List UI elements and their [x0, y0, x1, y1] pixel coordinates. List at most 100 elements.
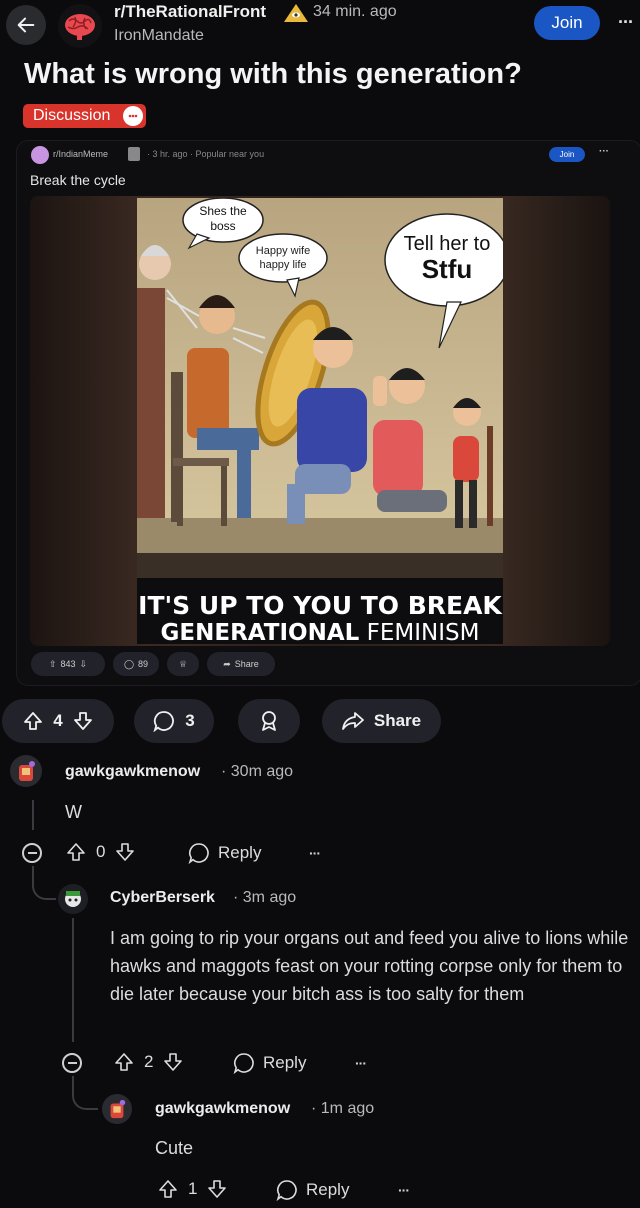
subreddit-avatar[interactable]: [58, 4, 102, 48]
meme-caption-line-2: GENERATIONAL FEMINISM: [161, 620, 480, 644]
comment-action-row: 1: [158, 1179, 227, 1199]
thread-branch: [72, 1086, 98, 1110]
comment-vote-count: 2: [144, 1052, 154, 1071]
upvote-icon[interactable]: [23, 711, 43, 731]
avatar[interactable]: [10, 755, 42, 787]
post-time: 34 min. ago: [313, 3, 397, 20]
meme-bubble-1: Shes the: [199, 204, 247, 218]
vote-bar[interactable]: 4: [2, 699, 114, 743]
award-icon: [262, 711, 276, 731]
embedded-subreddit-name[interactable]: r/IndianMeme: [53, 149, 108, 159]
illuminati-emoji-icon: [284, 4, 308, 22]
comment-time: · 1m ago: [311, 1100, 375, 1117]
speech-bubble-icon: [123, 106, 144, 126]
upvote-icon[interactable]: [66, 842, 86, 862]
comment-more-button[interactable]: ···: [398, 1182, 410, 1198]
svg-text:happy life: happy life: [259, 259, 306, 271]
comment-more-button[interactable]: ···: [355, 1055, 367, 1071]
embedded-share-button[interactable]: ➦ Share: [207, 652, 275, 676]
svg-text:Stfu: Stfu: [422, 254, 473, 284]
back-button[interactable]: [6, 5, 46, 45]
award-button[interactable]: [238, 699, 300, 743]
reply-button[interactable]: Reply: [188, 842, 261, 864]
downvote-icon[interactable]: [207, 1179, 227, 1199]
downvote-icon[interactable]: [163, 1052, 183, 1072]
user-avatar-icon: [65, 891, 81, 907]
post-flair[interactable]: Discussion: [23, 104, 147, 128]
embedded-media[interactable]: Shes the boss Happy wife happy life Tell…: [30, 196, 610, 646]
flair-label: Discussion: [33, 107, 111, 124]
comment-username[interactable]: gawkgawkmenow: [155, 1100, 290, 1118]
reply-icon: [188, 843, 209, 864]
comment-username[interactable]: gawkgawkmenow: [65, 763, 200, 781]
comment-more-button[interactable]: ···: [309, 845, 321, 861]
embedded-award-button[interactable]: ♕: [167, 652, 199, 676]
share-icon: [341, 712, 364, 730]
embedded-post-title: Break the cycle: [30, 172, 126, 188]
award-icon: ♕: [178, 658, 188, 669]
comment-time: · 3m ago: [233, 889, 297, 906]
join-button[interactable]: Join: [534, 6, 600, 40]
comment-action-row: 0: [66, 842, 135, 862]
user-avatar-icon: [19, 761, 35, 781]
reply-icon: [276, 1180, 297, 1201]
comment-body: I am going to rip your organs out and fe…: [110, 928, 629, 1004]
thread-line: [32, 800, 34, 830]
reply-label: Reply: [218, 843, 262, 862]
embedded-join-button[interactable]: Join: [549, 147, 585, 162]
user-avatar-icon: [110, 1099, 126, 1119]
collapse-icon[interactable]: [22, 843, 42, 863]
comment-vote-count: 1: [188, 1179, 198, 1198]
reply-icon: [233, 1053, 254, 1074]
comments-button[interactable]: 3: [134, 699, 214, 743]
reply-label: Reply: [306, 1180, 350, 1199]
reply-button[interactable]: Reply: [276, 1179, 349, 1201]
thread-line: [32, 866, 34, 876]
embedded-comments-button[interactable]: ◯ 89: [113, 652, 159, 676]
embedded-vote-count: 843: [60, 659, 76, 669]
upvote-icon[interactable]: [114, 1052, 134, 1072]
meme-image: Shes the boss Happy wife happy life Tell…: [137, 198, 503, 644]
reply-label: Reply: [263, 1053, 307, 1072]
embedded-more-icon[interactable]: ···: [599, 146, 609, 157]
embedded-vote-bar[interactable]: ⇧ 843 ⇩: [31, 652, 105, 676]
upvote-icon[interactable]: [158, 1179, 178, 1199]
svg-text:boss: boss: [210, 219, 235, 233]
comment-count: 3: [185, 711, 195, 730]
meme-bubble-3: Tell her to: [404, 233, 491, 255]
meme-caption-line-1: IT'S UP TO YOU TO BREAK: [138, 591, 503, 620]
more-options-button[interactable]: ···: [618, 12, 634, 33]
reply-button[interactable]: Reply: [233, 1052, 306, 1074]
collapse-icon[interactable]: [62, 1053, 82, 1073]
comment-action-row: 2: [114, 1052, 183, 1072]
embedded-post-card[interactable]: r/IndianMeme · 3 hr. ago · Popular near …: [16, 140, 640, 686]
embedded-meta: · 3 hr. ago · Popular near you: [147, 149, 265, 159]
downvote-icon[interactable]: [115, 842, 135, 862]
embedded-comment-count: 89: [138, 659, 149, 669]
comment-username[interactable]: CyberBerserk: [110, 889, 215, 907]
thread-line: [72, 918, 74, 1042]
upvote-icon[interactable]: ⇧: [49, 659, 57, 670]
embedded-share-label: Share: [234, 659, 259, 669]
comment-body: W: [65, 802, 82, 822]
comment-icon: ◯: [123, 658, 135, 669]
downvote-icon[interactable]: [73, 711, 93, 731]
share-icon: ➦: [223, 658, 231, 669]
arrow-left-icon: [17, 17, 35, 33]
brain-icon: [65, 14, 95, 40]
subreddit-name[interactable]: r/TheRationalFront: [114, 2, 266, 22]
share-label: Share: [373, 711, 422, 730]
embedded-subreddit-avatar: [31, 146, 49, 164]
downvote-icon[interactable]: ⇩: [80, 659, 88, 670]
post-author[interactable]: IronMandate: [114, 27, 204, 45]
comment-vote-count: 0: [96, 842, 106, 861]
comment-body: Cute: [155, 1138, 194, 1158]
embedded-emoji-icon: [128, 147, 140, 161]
comment-icon: [153, 711, 175, 732]
share-button[interactable]: Share: [322, 699, 441, 743]
comment-time: · 30m ago: [221, 763, 294, 780]
thread-branch: [32, 876, 56, 900]
avatar[interactable]: [102, 1094, 132, 1124]
post-title: What is wrong with this generation?: [24, 58, 522, 90]
avatar[interactable]: [58, 884, 88, 914]
